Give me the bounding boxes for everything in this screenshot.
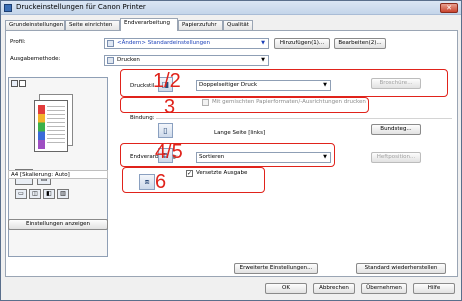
tab-qualitaet[interactable]: Qualität — [223, 20, 253, 30]
help-button[interactable]: Hilfe — [413, 283, 455, 294]
annotation-frame-4-5 — [120, 143, 335, 167]
title-bar: Druckeinstellungen für Canon Printer ✕ — [1, 1, 461, 15]
show-settings-button[interactable]: Einstellungen anzeigen — [8, 219, 108, 230]
close-button[interactable]: ✕ — [440, 3, 458, 13]
printer-icon — [107, 57, 114, 64]
staple-position-button[interactable]: Heftposition... — [371, 152, 421, 163]
binding-icon: ▯ — [158, 123, 173, 138]
profile-label: Profil: — [10, 39, 26, 45]
annotation-label-4-5: 4/5 — [155, 141, 183, 163]
annotation-label-6: 6 — [155, 171, 167, 193]
gutter-button[interactable]: Bundsteg... — [371, 124, 421, 135]
duplex-icon[interactable]: ◧ — [43, 189, 55, 199]
restore-defaults-button[interactable]: Standard wiederherstellen — [356, 263, 446, 274]
output-method-label: Ausgabemethode: — [10, 56, 61, 62]
printer-app-icon — [4, 4, 12, 12]
preview-page-front — [34, 100, 68, 152]
preview-toolbar — [11, 80, 105, 90]
output-method-select[interactable]: Drucken ▼ — [104, 55, 269, 66]
tab-seite-einrichten[interactable]: Seite einrichten — [65, 20, 120, 30]
printer-settings-window: Druckeinstellungen für Canon Printer ✕ G… — [0, 0, 462, 301]
preview-pane: ⎙ ▤ ▭ ◫ ◧ ▥ — [8, 77, 108, 257]
preview-status: A4 [Skalierung: Auto] — [8, 170, 108, 179]
advanced-settings-button[interactable]: Erweiterte Einstellungen... — [234, 263, 318, 274]
preview-text-lines — [47, 106, 65, 146]
window-title: Druckeinstellungen für Canon Printer — [16, 3, 146, 11]
preview-color-bars — [38, 105, 45, 149]
booklet-icon[interactable]: ◫ — [29, 189, 41, 199]
binding-label: Bindung: — [130, 115, 155, 121]
annotation-frame-6 — [122, 167, 265, 193]
staple-icon[interactable]: ▥ — [57, 189, 69, 199]
chevron-down-icon: ▼ — [261, 40, 265, 46]
profile-select[interactable]: <Ändern> Standardeinstellungen ▼ — [104, 38, 269, 49]
tab-grundeinstellungen[interactable]: Grundeinstellungen — [5, 20, 65, 30]
tab-endverarbeitung[interactable]: Endverarbeitung — [120, 18, 178, 31]
cancel-button[interactable]: Abbrechen — [313, 283, 355, 294]
profile-icon — [107, 40, 114, 47]
preview-layout-icon[interactable] — [19, 80, 26, 87]
preview-mode-icon[interactable] — [11, 80, 18, 87]
annotation-label-1-2: 1/2 — [153, 70, 181, 92]
annotation-frame-3 — [120, 97, 369, 113]
edit-profile-button[interactable]: Bearbeiten(2)... — [334, 38, 386, 49]
binding-divider — [156, 118, 452, 119]
profile-select-value: <Ändern> Standardeinstellungen — [117, 40, 210, 46]
add-profile-button[interactable]: Hinzufügen(1)... — [274, 38, 330, 49]
ok-button[interactable]: OK — [265, 283, 307, 294]
binding-value: Lange Seite [links] — [214, 130, 266, 136]
chevron-down-icon: ▼ — [261, 57, 265, 63]
tab-papierzufuhr[interactable]: Papierzufuhr — [178, 20, 223, 30]
annotation-label-3: 3 — [164, 96, 176, 118]
page-icon[interactable]: ▭ — [15, 189, 27, 199]
apply-button[interactable]: Übernehmen — [361, 283, 407, 294]
